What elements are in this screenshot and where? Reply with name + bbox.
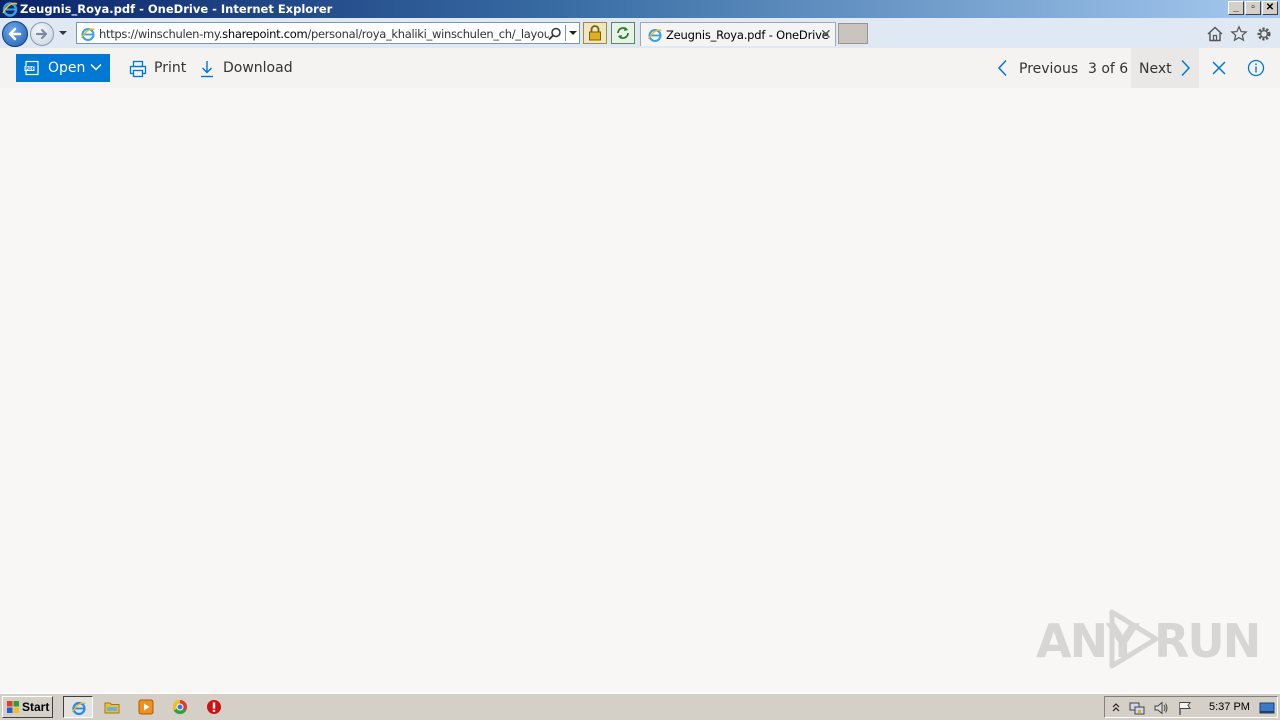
taskbar-chrome[interactable] — [165, 696, 195, 718]
taskbar-security-app[interactable] — [199, 696, 229, 718]
address-dropdown-button[interactable] — [565, 25, 580, 41]
back-button[interactable] — [2, 21, 28, 47]
url-prefix: https://winschulen-my. — [99, 27, 223, 41]
download-label: Download — [223, 60, 293, 76]
previous-label: Previous — [1019, 61, 1079, 77]
next-button[interactable]: Next — [1131, 48, 1199, 88]
security-lock-button[interactable] — [583, 22, 607, 44]
page-favicon-icon — [80, 28, 95, 41]
forward-button[interactable] — [30, 22, 54, 46]
tab-label: Zeugnis_Roya.pdf - OneDrive — [666, 28, 829, 42]
favorites-star-icon[interactable] — [1230, 25, 1248, 43]
address-bar[interactable]: https://winschulen-my.sharepoint.com/per… — [76, 22, 580, 44]
next-label: Next — [1139, 61, 1172, 77]
show-desktop-icon[interactable] — [1259, 700, 1275, 716]
open-label: Open — [48, 60, 86, 76]
action-center-flag-icon[interactable] — [1177, 700, 1193, 716]
browser-navigation-bar: https://winschulen-my.sharepoint.com/per… — [0, 18, 1280, 48]
tab-favicon-icon — [647, 29, 662, 42]
search-icon[interactable] — [547, 26, 563, 42]
window-title: Zeugnis_Roya.pdf - OneDrive - Internet E… — [20, 2, 333, 16]
browser-tab[interactable]: Zeugnis_Roya.pdf - OneDrive ✕ — [640, 22, 836, 46]
print-button[interactable]: Print — [129, 54, 189, 82]
windows-flag-icon — [7, 701, 19, 713]
download-button[interactable]: Download — [198, 54, 293, 82]
internet-explorer-icon — [71, 701, 86, 716]
show-hidden-icons-icon[interactable] — [1111, 701, 1121, 713]
close-window-button[interactable]: ✕ — [1262, 1, 1278, 15]
pdf-file-icon: PDF — [24, 60, 39, 76]
back-arrow-icon — [8, 27, 22, 41]
download-icon — [201, 61, 213, 78]
chrome-icon — [172, 699, 187, 715]
svg-text:PDF: PDF — [25, 66, 35, 71]
history-dropdown-icon[interactable] — [58, 28, 68, 38]
url-domain: sharepoint.com — [222, 27, 308, 41]
system-tray: 5:37 PM — [1104, 696, 1278, 718]
new-tab-button[interactable] — [838, 23, 868, 44]
chevron-left-icon — [997, 59, 1007, 77]
start-button[interactable]: Start — [2, 696, 53, 718]
watermark-right-text: RUN — [1154, 614, 1261, 668]
document-viewer-area[interactable] — [0, 88, 1280, 692]
volume-icon[interactable] — [1153, 700, 1169, 716]
chevron-right-icon — [1181, 59, 1191, 77]
tab-close-icon[interactable]: ✕ — [820, 26, 832, 43]
lock-icon — [589, 25, 601, 41]
internet-explorer-icon — [2, 2, 18, 17]
anyrun-watermark: ANY RUN — [1036, 606, 1261, 672]
open-button[interactable]: PDF Open — [16, 54, 110, 82]
url-suffix: /personal/roya_khaliki_winschulen_ch/_la… — [307, 27, 549, 41]
address-url[interactable]: https://winschulen-my.sharepoint.com/per… — [99, 27, 549, 41]
print-label: Print — [154, 60, 187, 76]
start-label: Start — [22, 700, 50, 714]
network-icon[interactable] — [1129, 700, 1145, 716]
taskbar-media-player[interactable] — [131, 696, 161, 718]
settings-gear-icon[interactable] — [1255, 25, 1273, 43]
taskbar: Start 5:37 PM — [0, 693, 1280, 720]
clock[interactable]: 5:37 PM — [1209, 701, 1250, 713]
taskbar-internet-explorer[interactable] — [63, 696, 93, 718]
close-icon[interactable] — [1210, 59, 1228, 77]
restore-button[interactable]: ▫ — [1245, 1, 1261, 15]
previous-button[interactable]: Previous — [996, 54, 1079, 82]
media-player-icon — [138, 699, 154, 715]
printer-icon — [129, 60, 147, 78]
home-icon[interactable] — [1206, 25, 1224, 43]
forward-arrow-icon — [35, 28, 48, 40]
taskbar-file-explorer[interactable] — [97, 696, 127, 718]
minimize-button[interactable]: _ — [1228, 1, 1244, 15]
info-icon[interactable] — [1246, 58, 1266, 78]
window-title-bar[interactable]: Zeugnis_Roya.pdf - OneDrive - Internet E… — [0, 0, 1280, 18]
page-counter: 3 of 6 — [1088, 61, 1129, 77]
refresh-button[interactable] — [611, 22, 635, 44]
refresh-icon — [617, 27, 629, 39]
viewer-toolbar: PDF Open Print Download Previous 3 of 6 … — [0, 48, 1280, 88]
alert-stop-icon — [207, 700, 221, 714]
chevron-down-icon — [569, 31, 577, 35]
chevron-down-icon — [90, 63, 102, 71]
folder-icon — [104, 702, 120, 714]
